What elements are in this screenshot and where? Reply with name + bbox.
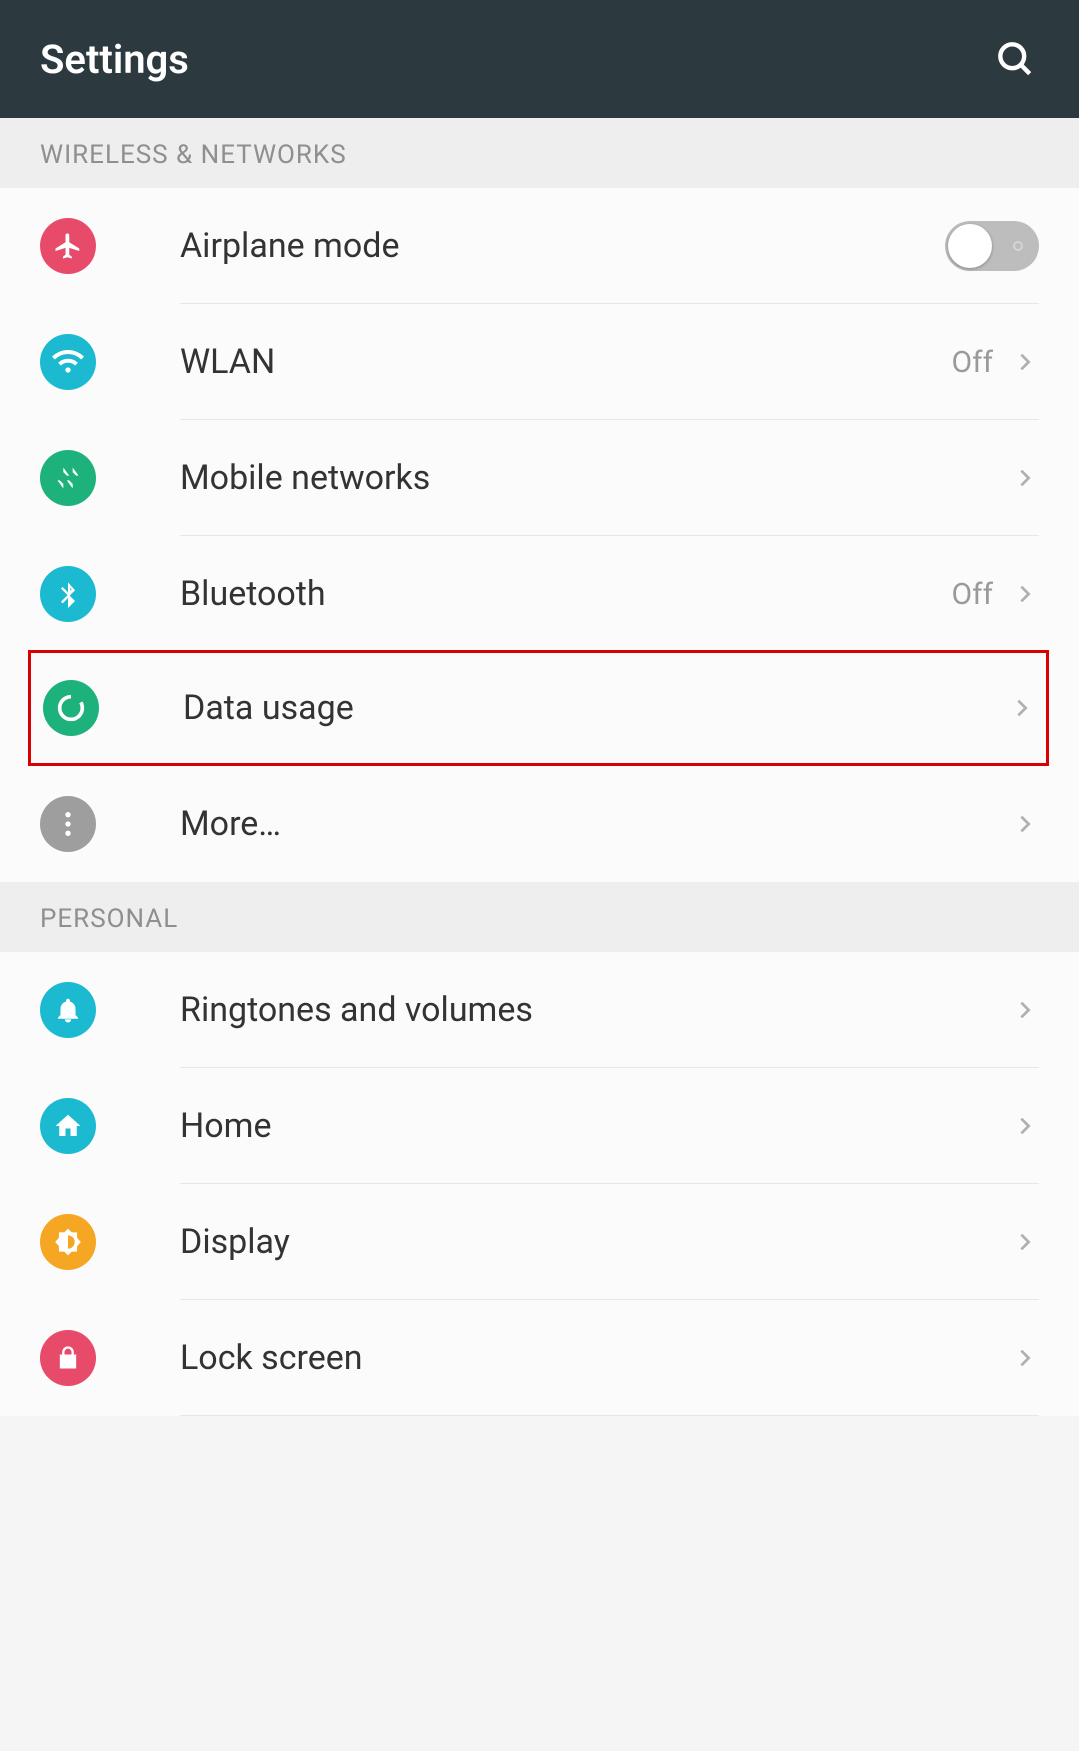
chevron-right-icon [1008, 694, 1036, 722]
display-label: Display [96, 1222, 1011, 1262]
search-button[interactable] [991, 35, 1039, 83]
bluetooth-value: Off [952, 577, 994, 612]
section-header-personal: PERSONAL [0, 882, 1079, 952]
page-title: Settings [40, 36, 189, 83]
chevron-right-icon [1011, 1344, 1039, 1372]
row-mobile-networks[interactable]: Mobile networks [0, 420, 1079, 536]
row-display[interactable]: Display [0, 1184, 1079, 1300]
wlan-value: Off [952, 345, 994, 380]
mobile-networks-icon [40, 450, 96, 506]
toggle-dot [1013, 241, 1023, 251]
chevron-right-icon [1011, 1228, 1039, 1256]
bluetooth-icon [40, 566, 96, 622]
ringtones-label: Ringtones and volumes [96, 990, 1011, 1030]
divider [180, 1415, 1039, 1416]
bell-icon [40, 982, 96, 1038]
wifi-icon [40, 334, 96, 390]
airplane-icon [40, 218, 96, 274]
chevron-right-icon [1011, 580, 1039, 608]
chevron-right-icon [1011, 348, 1039, 376]
more-label: More… [96, 804, 1011, 844]
personal-list: Ringtones and volumes Home Display Lock … [0, 952, 1079, 1416]
chevron-right-icon [1011, 996, 1039, 1024]
row-wlan[interactable]: WLAN Off [0, 304, 1079, 420]
row-bluetooth[interactable]: Bluetooth Off [0, 536, 1079, 652]
row-data-usage[interactable]: Data usage [28, 650, 1049, 766]
section-header-wireless: WIRELESS & NETWORKS [0, 118, 1079, 188]
row-ringtones[interactable]: Ringtones and volumes [0, 952, 1079, 1068]
home-icon [40, 1098, 96, 1154]
airplane-label: Airplane mode [96, 226, 945, 266]
lock-screen-label: Lock screen [96, 1338, 1011, 1378]
row-lock-screen[interactable]: Lock screen [0, 1300, 1079, 1416]
data-usage-icon [43, 680, 99, 736]
lock-icon [40, 1330, 96, 1386]
chevron-right-icon [1011, 810, 1039, 838]
bluetooth-label: Bluetooth [96, 574, 952, 614]
data-usage-label: Data usage [99, 688, 1008, 728]
search-icon [993, 37, 1037, 81]
mobile-networks-label: Mobile networks [96, 458, 1011, 498]
airplane-toggle[interactable] [945, 221, 1039, 271]
more-icon [40, 796, 96, 852]
row-more[interactable]: More… [0, 766, 1079, 882]
app-header: Settings [0, 0, 1079, 118]
row-home[interactable]: Home [0, 1068, 1079, 1184]
chevron-right-icon [1011, 464, 1039, 492]
brightness-icon [40, 1214, 96, 1270]
wlan-label: WLAN [96, 342, 952, 382]
toggle-knob [948, 224, 992, 268]
wireless-list: Airplane mode WLAN Off Mobile networks [0, 188, 1079, 882]
chevron-right-icon [1011, 1112, 1039, 1140]
home-label: Home [96, 1106, 1011, 1146]
row-airplane-mode[interactable]: Airplane mode [0, 188, 1079, 304]
